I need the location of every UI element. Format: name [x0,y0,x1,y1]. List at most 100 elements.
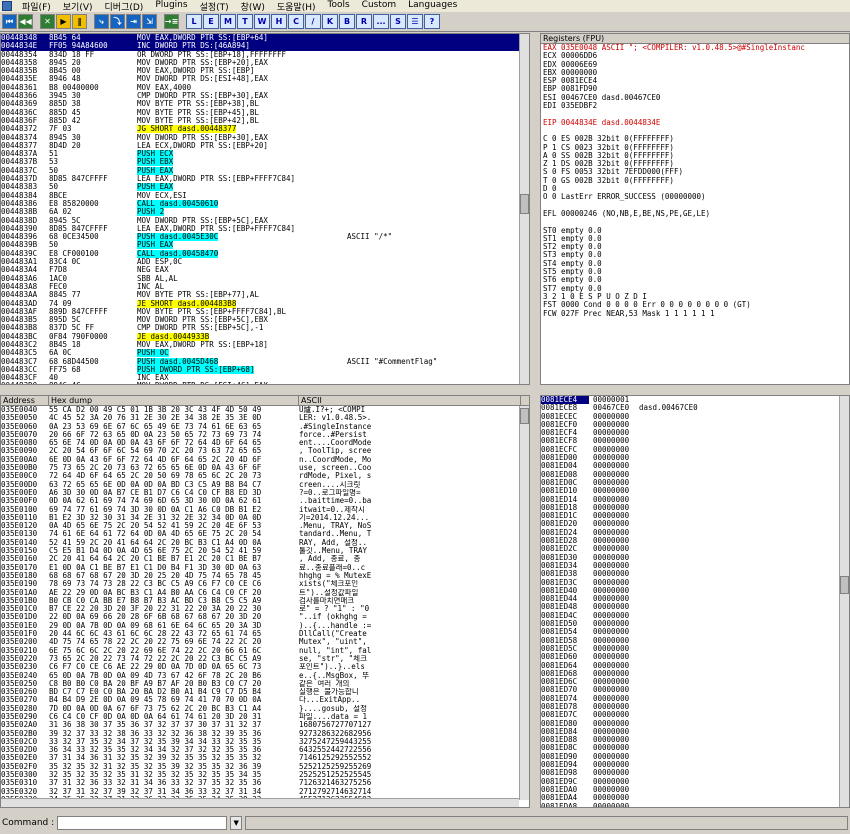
dump-row[interactable]: 035E00F0 0D 0A 62 61 69 74 74 69 6D 65 3D… [1,497,519,505]
menu-item-3[interactable]: Plugins [149,0,193,13]
trace-over-icon[interactable]: ⇲ [142,14,157,29]
disasm-row[interactable]: 004483CC FF75 68 PUSH DWORD PTR SS:[EBP+68… [1,365,519,374]
stack-row[interactable]: 0081ED94 00000000 [541,761,839,769]
stack-pane[interactable]: 0081ECE4 00000001 0081ECE8 00467CE0 dasd.004… [540,395,850,808]
disasm-row[interactable]: 00448386 E8 85820000 CALL dasd.00450610 [1,199,519,208]
stack-row[interactable]: 0081ED90 00000000 [541,753,839,761]
stack-row[interactable]: 0081ED78 00000000 [541,703,839,711]
toolbar-button-0[interactable]: L [186,14,202,29]
toolbar-button-2[interactable]: M [220,14,236,29]
stack-row[interactable]: 0081ED44 00000000 [541,595,839,603]
stack-row[interactable]: 0081ED34 00000000 [541,562,839,570]
dump-row[interactable]: 035E0300 32 35 32 35 32 35 31 32 35 32 35… [1,771,519,779]
stack-row[interactable]: 0081ECFC 00000000 [541,446,839,454]
dump-row[interactable]: 035E01C0 B7 CE 22 20 3D 20 3F 20 22 31 22… [1,605,519,613]
stack-row[interactable]: 0081ED18 00000000 [541,504,839,512]
stack-row[interactable]: 0081ED6C 00000000 [541,678,839,686]
dump-row[interactable]: 035E00C0 72 64 4D 6F 64 65 2C 20 50 69 78… [1,472,519,480]
register-line[interactable]: O 0 LastErr ERROR_SUCCESS (00000000) [543,193,849,201]
toolbar-button-5[interactable]: H [271,14,287,29]
stack-row[interactable]: 0081ECE4 00000001 [541,396,839,405]
disasm-row[interactable]: 0044837B 53 PUSH EBX [1,158,519,167]
stack-scrollbar[interactable] [839,396,849,807]
disasm-row[interactable]: 004483C2 8B45 18 MOV EAX,DWORD PTR SS:[EBP… [1,341,519,349]
dump-row[interactable]: 035E0190 78 69 73 74 73 28 22 C3 BC C5 A9… [1,580,519,588]
register-line[interactable] [543,202,849,210]
menu-item-9[interactable]: Languages [402,0,463,13]
register-line[interactable]: EFL 00000246 (NO,NB,E,BE,NS,PE,GE,LE) [543,210,849,218]
stack-row[interactable]: 0081ED70 00000000 [541,686,839,694]
stack-row[interactable]: 0081ED68 00000000 [541,670,839,678]
dump-row[interactable]: 035E0060 0A 23 53 69 6E 67 6C 65 49 6E 73… [1,423,519,431]
register-line[interactable]: ST5 empty 0.0 [543,268,849,276]
disasm-row[interactable]: 0044837C 50 PUSH EAX [1,166,519,175]
toolbar-button-1[interactable]: E [203,14,219,29]
dump-header-hex[interactable]: Hex dump [49,396,299,405]
dump-header-address[interactable]: Address [1,396,49,405]
disasm-row[interactable]: 0044834E FF05 94A84600 INC DWORD PTR DS:[4… [1,42,519,51]
dump-row[interactable]: 035E01D0 22 0D 0A 69 66 20 28 6F 6B 68 67… [1,613,519,621]
stack-row[interactable]: 0081ED00 00000000 [541,454,839,462]
dump-row[interactable]: 035E0270 B4 B4 D9 2E 0D 0A 09 45 78 69 74… [1,696,519,704]
register-line[interactable]: T 0 GS 002B 32bit 0(FFFFFFFF) [543,177,849,185]
register-line[interactable]: Z 1 DS 002B 32bit 0(FFFFFFFF) [543,160,849,168]
disasm-row[interactable]: 0044838D 8945 5C MOV DWORD PTR SS:[EBP+5C]… [1,217,519,225]
dump-row[interactable]: 035E0140 52 41 59 2C 20 41 64 64 2C 20 BC… [1,539,519,547]
stack-row[interactable]: 0081ED9C 00000000 [541,778,839,786]
dump-row[interactable]: 035E02C0 33 32 37 35 32 34 37 32 35 39 34… [1,738,519,746]
dump-row[interactable]: 035E02B0 39 32 37 33 32 38 36 33 32 32 36… [1,730,519,738]
dump-row[interactable]: 035E0170 E1 0D 0A C1 BE B7 E1 C1 D0 B4 F1… [1,564,519,572]
register-line[interactable] [543,110,849,118]
dump-row[interactable]: 035E00A0 6E 0D 0A 43 6F 6F 72 64 4D 6F 64… [1,456,519,464]
dump-scrollbar[interactable] [519,406,529,800]
disasm-row[interactable]: 00448354 834D 18 FF OR DWORD PTR SS:[EBP+1… [1,51,519,59]
disasm-row[interactable]: 0044837A 51 PUSH ECX [1,150,519,159]
register-line[interactable]: ECX 00006DD6 [543,52,849,60]
dump-row[interactable]: 035E0070 20 66 6F 72 63 65 0D 0A 23 50 65… [1,431,519,439]
dump-row[interactable]: 035E0280 7D 0D 0A 0D 0A 67 6F 73 75 62 2C… [1,705,519,713]
dump-row[interactable]: 035E01A0 AE 22 29 0D 0A BC B3 C1 A4 B0 AA… [1,589,519,597]
dump-hscrollbar[interactable] [1,798,519,807]
dump-row[interactable]: 035E0130 74 61 6E 64 61 72 64 0D 0A 4D 65… [1,530,519,538]
dump-row[interactable]: 035E00E0 A6 3D 30 0D 0A B7 CE B1 D7 C6 C4… [1,489,519,497]
stack-row[interactable]: 0081ED48 00000000 [541,603,839,611]
disasm-row[interactable]: 00448383 50 PUSH EAX [1,183,519,192]
disasm-row[interactable]: 00448348 8B45 64 MOV EAX,DWORD PTR SS:[EBP… [1,34,519,43]
disasm-row[interactable]: 004483C5 6A 0C PUSH 0C [1,349,519,358]
toolbar-button-14[interactable]: ? [424,14,440,29]
stack-row[interactable]: 0081EDA8 00000000 [541,803,839,807]
dump-row[interactable]: 035E0110 B1 E2 3D 32 30 31 34 2E 31 32 2E… [1,514,519,522]
dump-row[interactable]: 035E0050 4C 45 52 3A 20 76 31 2E 30 2E 34… [1,414,519,422]
disasm-row[interactable]: 004483A6 1AC0 SBB AL,AL [1,275,519,283]
disasm-row[interactable]: 004483CF 40 INC EAX [1,374,519,382]
register-line[interactable]: S 0 FS 0053 32bit 7EFDD000(FFF) [543,168,849,176]
stack-row[interactable]: 0081ED40 00000000 [541,587,839,595]
register-line[interactable]: ESP 0081ECE4 [543,77,849,85]
stack-row[interactable]: 0081ED8C 00000000 [541,744,839,752]
dump-row[interactable]: 035E0090 2C 20 54 6F 6F 6C 54 69 70 2C 20… [1,447,519,455]
register-line[interactable]: C 0 ES 002B 32bit 0(FFFFFFFF) [543,135,849,143]
stack-row[interactable]: 0081ED1C 00000000 [541,512,839,520]
disasm-row[interactable]: 00448390 8D85 847CFFFF LEA EAX,DWORD PTR S… [1,225,519,233]
stack-row[interactable]: 0081ED38 00000000 [541,570,839,578]
toolbar-button-3[interactable]: T [237,14,253,29]
command-input[interactable] [57,816,228,830]
stack-row[interactable]: 0081ED58 00000000 [541,637,839,645]
disasm-row[interactable]: 0044838B 6A 02 PUSH 2 [1,208,519,217]
stack-row[interactable]: 0081ED4C 00000000 [541,612,839,620]
dump-row[interactable]: 035E01E0 29 0D 0A 7B 0D 0A 09 68 61 6E 64… [1,622,519,630]
stack-row[interactable]: 0081ED08 00000000 [541,471,839,479]
step-over-icon[interactable]: ⤵ [110,14,125,29]
toolbar-button-11[interactable]: ... [373,14,389,29]
toolbar-button-13[interactable]: ☰ [407,14,423,29]
disasm-row[interactable]: 0044839B 50 PUSH EAX [1,241,519,250]
toolbar-button-9[interactable]: B [339,14,355,29]
register-line[interactable]: P 1 CS 0023 32bit 0(FFFFFFFF) [543,144,849,152]
disasm-row[interactable]: 004483BC 0F84 790F0000 JE dasd.0044933B [1,332,519,341]
dump-row[interactable]: 035E02F0 35 32 35 32 31 32 35 32 35 39 32… [1,763,519,771]
goto-icon[interactable]: →≡ [164,14,179,29]
stack-row[interactable]: 0081ED3C 00000000 [541,579,839,587]
restart-icon[interactable]: ⏮ [2,14,17,29]
trace-into-icon[interactable]: ⇥ [126,14,141,29]
disasm-row[interactable]: 004483AA 8845 77 MOV BYTE PTR SS:[EBP+77],… [1,291,519,299]
